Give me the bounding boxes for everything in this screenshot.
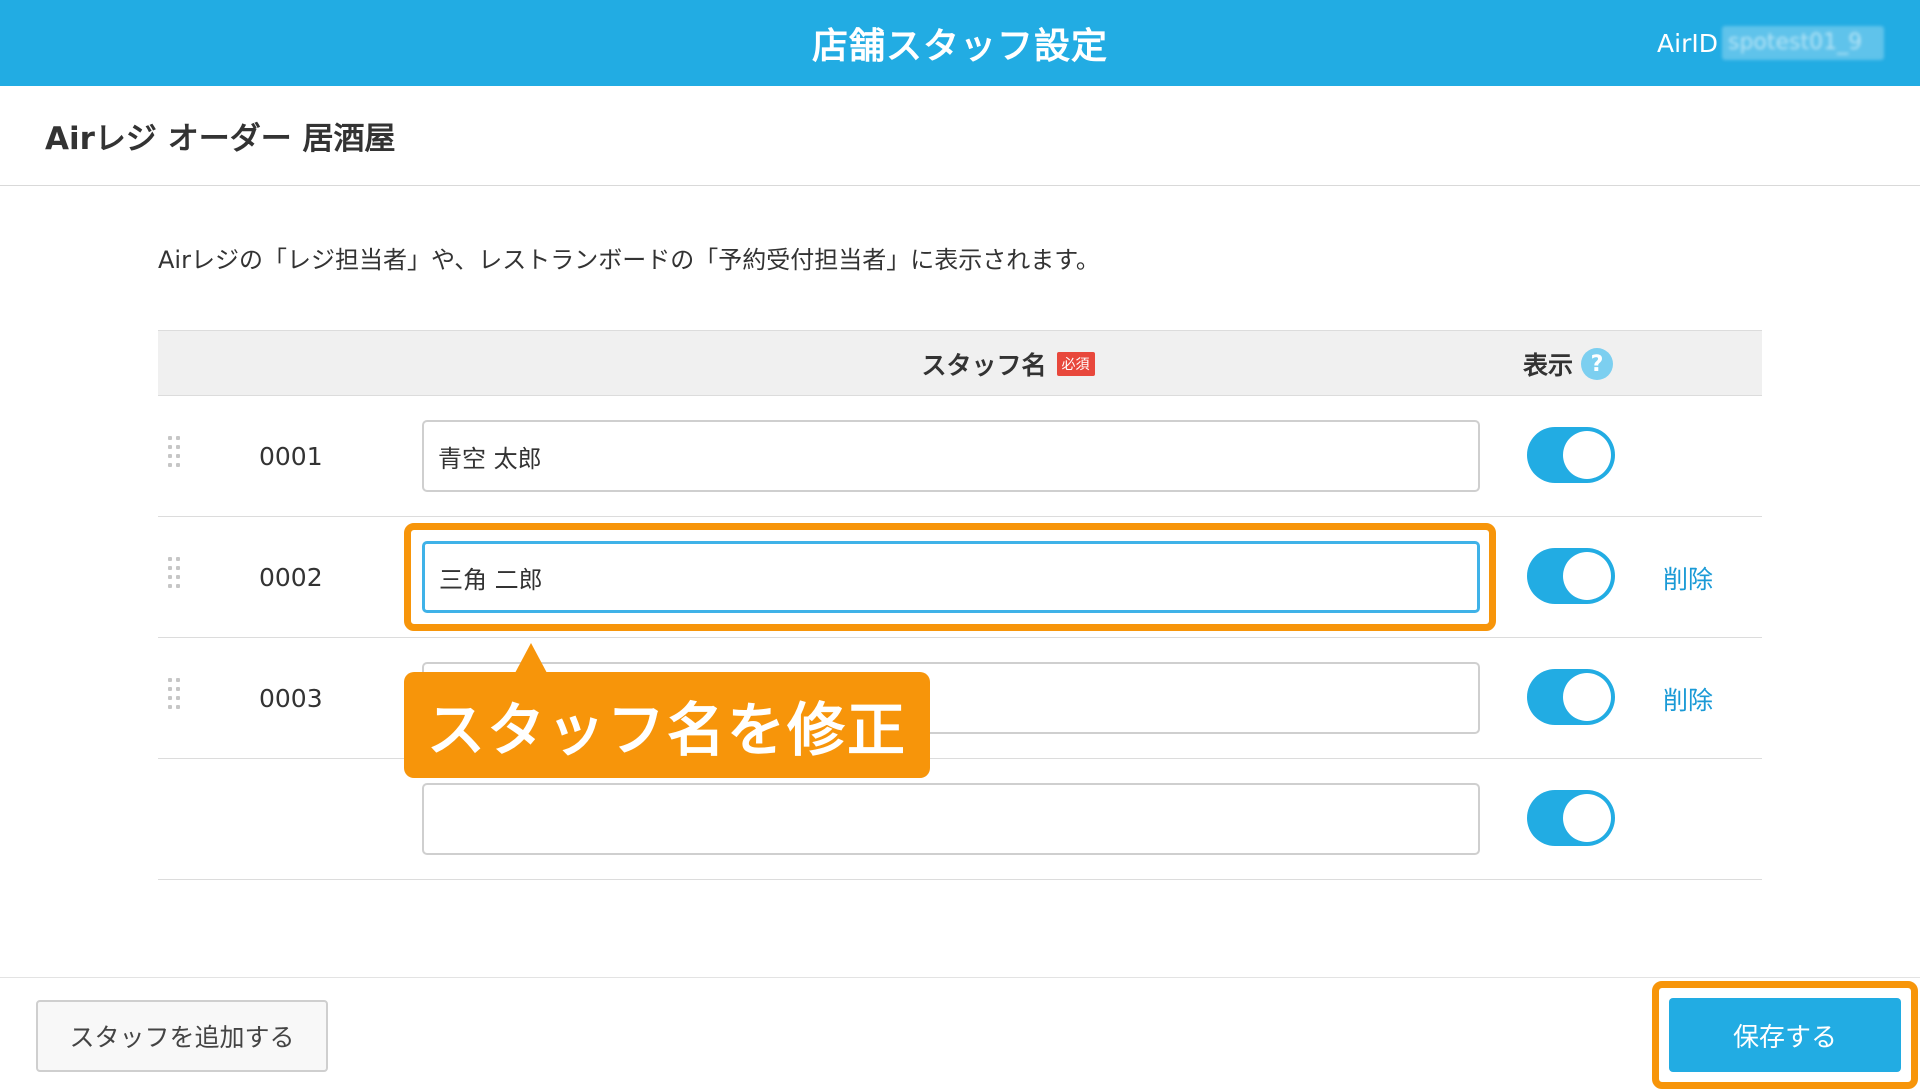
staff-code: 0001 [259,442,323,471]
staff-table: スタッフ名 必須 表示 ? 0001 0002 削除 [158,330,1762,880]
table-header: スタッフ名 必須 表示 ? [158,330,1762,396]
store-name: Airレジ オーダー 居酒屋 [45,121,396,157]
toggle-knob [1563,794,1611,842]
drag-handle-icon[interactable] [168,436,182,478]
description-text: Airレジの「レジ担当者」や、レストランボードの「予約受付担当者」に表示されます… [158,246,1100,274]
table-row [158,759,1762,880]
staff-code: 0002 [259,563,323,592]
staff-name-input[interactable] [422,783,1480,855]
table-row: 0002 削除 [158,517,1762,638]
drag-handle-icon[interactable] [168,557,182,599]
toggle-knob [1563,431,1611,479]
page-title: 店舗スタッフ設定 [811,26,1108,67]
table-row: 0003 削除 [158,638,1762,759]
column-header-display: 表示 ? [1523,331,1614,397]
help-icon[interactable]: ? [1581,348,1614,380]
airid-value: spotest01_9 [1722,26,1884,60]
staff-name-input[interactable] [422,541,1480,613]
required-badge: 必須 [1056,352,1095,376]
page: 店舗スタッフ設定 AirID spotest01_9 Airレジ オーダー 居酒… [0,0,1920,1091]
staff-name-input[interactable] [422,420,1480,492]
delete-link[interactable]: 削除 [1663,517,1713,638]
column-header-display-label: 表示 [1523,351,1574,380]
delete-link[interactable]: 削除 [1663,638,1713,759]
toggle-knob [1563,552,1611,600]
table-row: 0001 [158,396,1762,517]
column-header-staff-name: スタッフ名 必須 [158,331,1598,397]
staff-code: 0003 [259,684,323,713]
drag-handle-icon[interactable] [168,678,182,720]
display-toggle[interactable] [1527,790,1615,846]
toggle-knob [1563,673,1611,721]
airid-label: AirID [1657,28,1718,58]
callout-label: スタッフ名を修正 [404,672,930,778]
top-header: 店舗スタッフ設定 AirID spotest01_9 [0,0,1920,86]
display-toggle[interactable] [1527,548,1615,604]
callout-arrow [515,643,547,673]
footer-bar: スタッフを追加する 保存する [0,977,1920,1091]
save-button[interactable]: 保存する [1669,998,1901,1072]
display-toggle[interactable] [1527,669,1615,725]
display-toggle[interactable] [1527,427,1615,483]
store-bar: Airレジ オーダー 居酒屋 [0,86,1920,186]
airid-display: AirID spotest01_9 [1657,26,1884,60]
column-header-staff-name-label: スタッフ名 [921,351,1047,380]
add-staff-button[interactable]: スタッフを追加する [36,1000,328,1072]
